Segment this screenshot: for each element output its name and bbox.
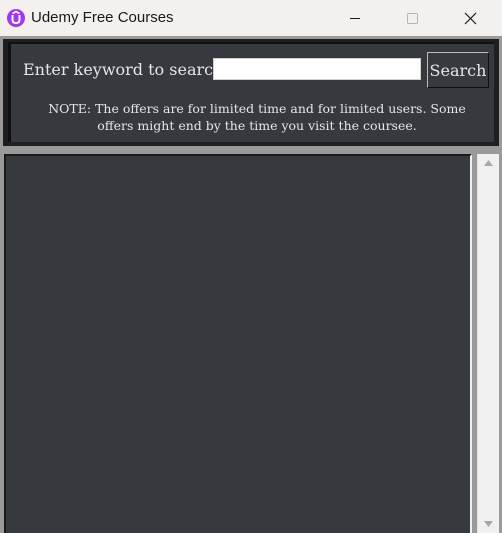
search-panel-inner: Enter keyword to search: Search NOTE: Th… — [8, 42, 494, 142]
results-list[interactable] — [4, 154, 472, 533]
window-title: Udemy Free Courses — [31, 9, 174, 26]
minimize-button[interactable] — [332, 0, 378, 36]
title-bar[interactable]: Udemy Free Courses — [0, 0, 502, 36]
arrow-up-icon — [484, 160, 493, 166]
client-area: Enter keyword to search: Search NOTE: Th… — [0, 36, 502, 533]
search-button[interactable]: Search — [427, 52, 489, 88]
maximize-button[interactable] — [389, 0, 435, 36]
note-text: NOTE: The offers are for limited time an… — [48, 101, 466, 133]
close-button[interactable] — [447, 0, 493, 36]
arrow-down-icon — [484, 521, 493, 527]
scroll-down-button[interactable] — [478, 515, 499, 533]
search-label: Enter keyword to search: — [23, 60, 229, 79]
search-input[interactable] — [213, 58, 421, 80]
search-panel: Enter keyword to search: Search NOTE: Th… — [3, 39, 499, 146]
results-scrollbar[interactable] — [477, 154, 499, 533]
maximize-icon — [407, 13, 418, 24]
minimize-icon — [350, 18, 360, 19]
udemy-logo-icon — [7, 9, 25, 27]
close-icon — [464, 12, 477, 25]
app-window: Udemy Free Courses Enter keyword to sear… — [0, 0, 502, 533]
scroll-up-button[interactable] — [478, 154, 499, 172]
